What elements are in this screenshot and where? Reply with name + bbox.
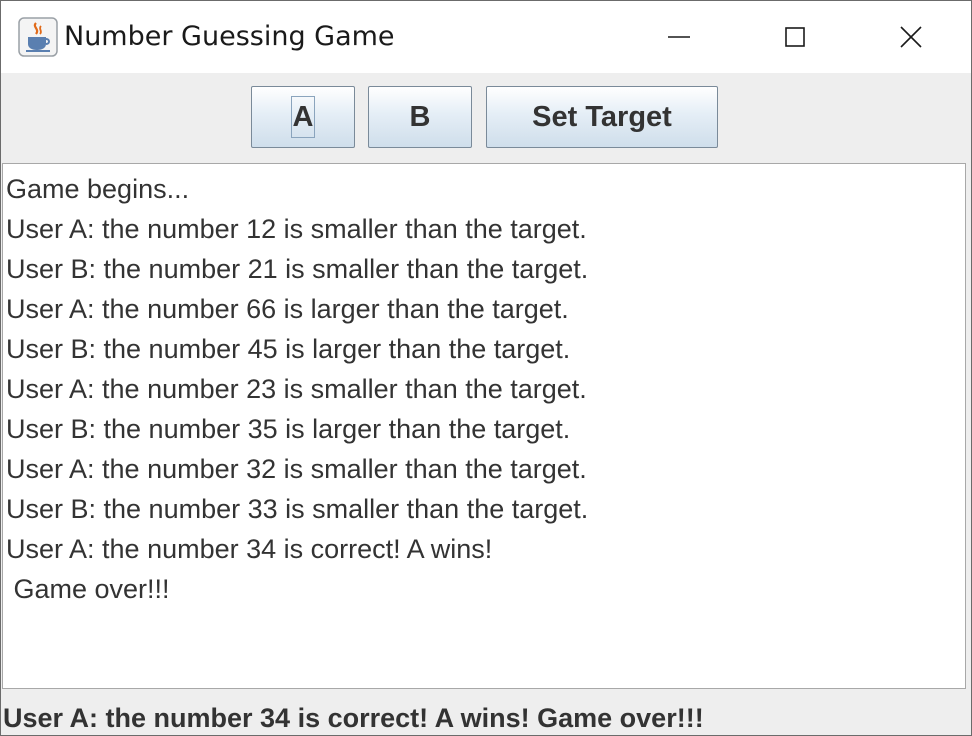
minimize-icon [668,36,690,38]
user-a-button[interactable]: A [251,86,355,148]
log-line: User B: the number 33 is smaller than th… [6,494,589,524]
close-button[interactable] [853,1,969,73]
game-log-textarea[interactable]: Game begins... User A: the number 12 is … [2,163,966,689]
title-bar[interactable]: Number Guessing Game [1,1,971,73]
close-icon [900,26,922,48]
maximize-icon [785,27,805,47]
log-line: Game over!!! [6,574,170,604]
log-line: User A: the number 66 is larger than the… [6,294,569,324]
maximize-button[interactable] [737,1,853,73]
java-coffee-cup-icon [18,17,58,57]
user-b-button[interactable]: B [368,86,472,148]
window-title: Number Guessing Game [64,21,395,52]
user-a-button-label: A [290,96,316,138]
set-target-button[interactable]: Set Target [486,86,718,148]
log-line: Game begins... [6,174,190,204]
log-line: User B: the number 45 is larger than the… [6,334,571,364]
log-line: User B: the number 21 is smaller than th… [6,254,589,284]
set-target-button-label: Set Target [532,100,672,133]
log-line: User A: the number 12 is smaller than th… [6,214,587,244]
minimize-button[interactable] [621,1,737,73]
user-b-button-label: B [409,100,431,133]
status-label: User A: the number 34 is correct! A wins… [3,703,704,733]
toolbar: A B Set Target [1,73,971,163]
log-line: User B: the number 35 is larger than the… [6,414,571,444]
game-window: Number Guessing Game A B Set Target Game… [0,0,972,736]
log-line: User A: the number 34 is correct! A wins… [6,534,493,564]
log-line: User A: the number 23 is smaller than th… [6,374,587,404]
log-line: User A: the number 32 is smaller than th… [6,454,587,484]
